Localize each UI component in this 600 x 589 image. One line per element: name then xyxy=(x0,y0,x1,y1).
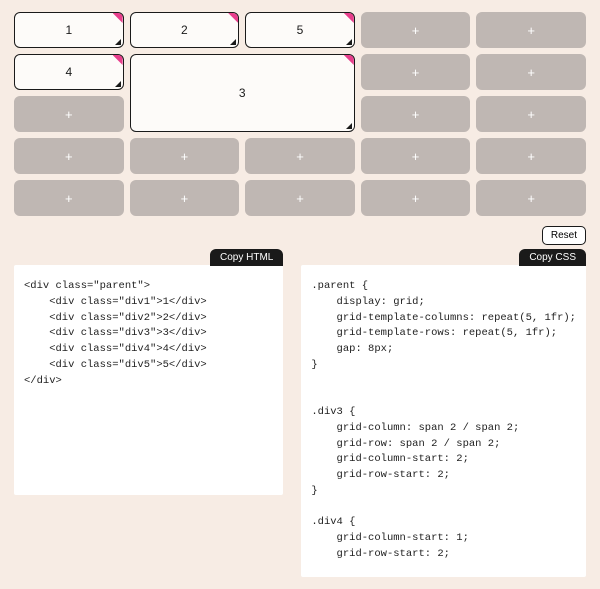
close-icon[interactable] xyxy=(344,55,354,65)
close-icon[interactable] xyxy=(113,55,123,65)
cell-label: 5 xyxy=(297,23,304,37)
cell-label: 2 xyxy=(181,23,188,37)
grid-cell-empty[interactable]: + xyxy=(245,180,355,216)
grid-cell-empty[interactable]: + xyxy=(476,54,586,90)
resize-handle-icon[interactable] xyxy=(115,39,121,45)
grid-cell-empty[interactable]: + xyxy=(14,180,124,216)
plus-icon: + xyxy=(296,191,304,206)
plus-icon: + xyxy=(527,23,535,38)
grid-cell-2[interactable]: 2 xyxy=(130,12,240,48)
resize-handle-icon[interactable] xyxy=(346,123,352,129)
plus-icon: + xyxy=(527,191,535,206)
css-code[interactable]: .parent { display: grid; grid-template-c… xyxy=(311,279,576,563)
grid-cell-empty[interactable]: + xyxy=(476,180,586,216)
grid-cell-empty[interactable]: + xyxy=(14,138,124,174)
grid-cell-3[interactable]: 3 xyxy=(130,54,355,132)
grid-cell-empty[interactable]: + xyxy=(476,138,586,174)
plus-icon: + xyxy=(412,23,420,38)
grid-cell-empty[interactable]: + xyxy=(361,12,471,48)
plus-icon: + xyxy=(412,191,420,206)
grid-cell-empty[interactable]: + xyxy=(476,96,586,132)
grid-cell-empty[interactable]: + xyxy=(476,12,586,48)
plus-icon: + xyxy=(527,107,535,122)
grid-cell-5[interactable]: 5 xyxy=(245,12,355,48)
grid-cell-empty[interactable]: + xyxy=(361,138,471,174)
plus-icon: + xyxy=(65,191,73,206)
grid-cell-empty[interactable]: + xyxy=(245,138,355,174)
grid-cell-empty[interactable]: + xyxy=(130,180,240,216)
close-icon[interactable] xyxy=(228,13,238,23)
copy-css-button[interactable]: Copy CSS xyxy=(519,249,586,266)
plus-icon: + xyxy=(296,149,304,164)
plus-icon: + xyxy=(181,149,189,164)
grid-cell-empty[interactable]: + xyxy=(130,138,240,174)
close-icon[interactable] xyxy=(113,13,123,23)
copy-html-button[interactable]: Copy HTML xyxy=(210,249,283,266)
close-icon[interactable] xyxy=(344,13,354,23)
cell-label: 1 xyxy=(65,23,72,37)
grid-cell-4[interactable]: 4 xyxy=(14,54,124,90)
grid-cell-empty[interactable]: + xyxy=(14,96,124,132)
resize-handle-icon[interactable] xyxy=(346,39,352,45)
plus-icon: + xyxy=(65,107,73,122)
plus-icon: + xyxy=(527,65,535,80)
resize-handle-icon[interactable] xyxy=(230,39,236,45)
plus-icon: + xyxy=(412,65,420,80)
grid-cell-empty[interactable]: + xyxy=(361,180,471,216)
plus-icon: + xyxy=(527,149,535,164)
grid-editor[interactable]: 1 2 5 + + 4 3 + + + + + + + + + + + + + … xyxy=(14,12,586,216)
resize-handle-icon[interactable] xyxy=(115,81,121,87)
cell-label: 3 xyxy=(239,86,246,100)
plus-icon: + xyxy=(412,149,420,164)
grid-cell-1[interactable]: 1 xyxy=(14,12,124,48)
cell-label: 4 xyxy=(65,65,72,79)
reset-button[interactable]: Reset xyxy=(542,226,586,245)
plus-icon: + xyxy=(412,107,420,122)
grid-cell-empty[interactable]: + xyxy=(361,96,471,132)
grid-cell-empty[interactable]: + xyxy=(361,54,471,90)
plus-icon: + xyxy=(65,149,73,164)
plus-icon: + xyxy=(181,191,189,206)
html-code[interactable]: <div class="parent"> <div class="div1">1… xyxy=(24,279,273,389)
